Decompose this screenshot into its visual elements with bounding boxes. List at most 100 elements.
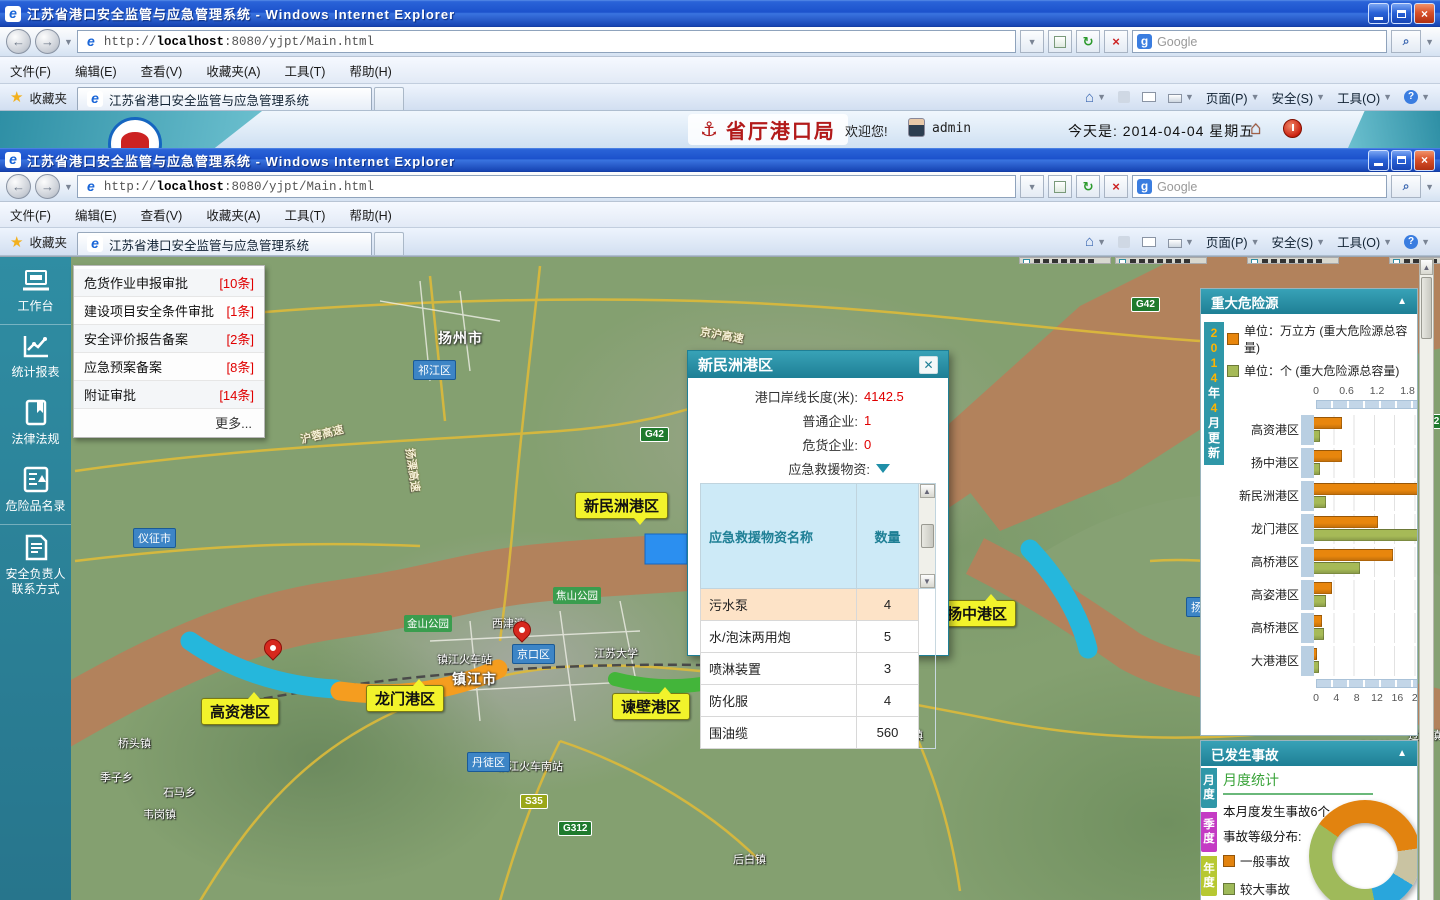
forward-button[interactable]: → bbox=[35, 174, 60, 199]
period-tab-1[interactable]: 季度 bbox=[1201, 812, 1217, 852]
collapse-triangle-icon[interactable] bbox=[876, 464, 890, 473]
quick-menu-item-3[interactable]: 应急预案备案[8条] bbox=[74, 353, 264, 381]
help-button[interactable]: ?▼ bbox=[1404, 90, 1430, 104]
home-button[interactable]: ⌂▼ bbox=[1085, 89, 1106, 106]
bar-capacity[interactable] bbox=[1314, 450, 1342, 462]
close-button[interactable]: × bbox=[1414, 150, 1435, 171]
command-item-2[interactable]: 工具(O)▼ bbox=[1337, 232, 1392, 251]
bar-capacity[interactable] bbox=[1314, 549, 1393, 561]
menu-item-2[interactable]: 查看(V) bbox=[141, 61, 183, 80]
map-vertical-scrollbar[interactable]: ▲ bbox=[1419, 258, 1434, 900]
minimize-button[interactable] bbox=[1368, 150, 1389, 171]
chart-range-slider-top[interactable] bbox=[1316, 400, 1417, 409]
bar-count[interactable] bbox=[1314, 562, 1360, 574]
back-button[interactable]: ← bbox=[6, 29, 31, 54]
port-callout-1[interactable]: 扬中港区 bbox=[938, 600, 1016, 627]
quick-menu-item-1[interactable]: 建设项目安全条件审批[1条] bbox=[74, 297, 264, 325]
bar-count[interactable] bbox=[1314, 628, 1324, 640]
new-tab-stub[interactable] bbox=[374, 87, 404, 110]
active-tab[interactable]: e江苏省港口安全监管与应急管理系统 bbox=[77, 232, 372, 255]
supplies-row[interactable]: 围油缆560 bbox=[701, 717, 936, 749]
menu-item-0[interactable]: 文件(F) bbox=[10, 205, 51, 224]
chart-range-slider-bottom[interactable] bbox=[1316, 679, 1417, 688]
close-icon[interactable]: ✕ bbox=[919, 356, 938, 374]
checkbox-icon[interactable] bbox=[1119, 259, 1126, 264]
stop-button[interactable]: × bbox=[1104, 175, 1128, 198]
bar-count[interactable] bbox=[1314, 529, 1417, 541]
bar-capacity[interactable] bbox=[1314, 516, 1378, 528]
scroll-thumb[interactable] bbox=[1421, 277, 1432, 339]
command-item-2[interactable]: 工具(O)▼ bbox=[1337, 88, 1392, 107]
popup-header[interactable]: 新民洲港区 ✕ bbox=[688, 351, 948, 378]
minimize-button[interactable] bbox=[1368, 3, 1389, 24]
scroll-up-icon[interactable]: ▲ bbox=[1420, 259, 1433, 275]
url-dropdown-button[interactable]: ▼ bbox=[1020, 30, 1044, 53]
back-button[interactable]: ← bbox=[6, 174, 31, 199]
bar-capacity[interactable] bbox=[1314, 582, 1332, 594]
refresh-button[interactable]: ↻ bbox=[1076, 175, 1100, 198]
layer-toggle-stub[interactable] bbox=[1019, 257, 1111, 264]
history-dropdown-icon[interactable]: ▼ bbox=[64, 182, 73, 192]
bar-count[interactable] bbox=[1314, 496, 1326, 508]
menu-item-4[interactable]: 工具(T) bbox=[284, 205, 325, 224]
restore-button[interactable] bbox=[1391, 3, 1412, 24]
compatibility-view-button[interactable] bbox=[1048, 175, 1072, 198]
menu-item-1[interactable]: 编辑(E) bbox=[75, 61, 117, 80]
sidebar-item-0[interactable]: 工作台 bbox=[0, 259, 71, 324]
home-shortcut-icon[interactable]: ⌂ bbox=[1250, 118, 1261, 140]
supplies-row[interactable]: 防化服4 bbox=[701, 685, 936, 717]
accident-panel-header[interactable]: 已发生事故 ▲ bbox=[1201, 741, 1417, 766]
search-button[interactable]: ⌕ bbox=[1391, 175, 1421, 198]
favorites-button[interactable]: ★收藏夹 bbox=[0, 84, 77, 110]
restore-button[interactable] bbox=[1391, 150, 1412, 171]
checkbox-icon[interactable] bbox=[1393, 259, 1400, 264]
menu-item-1[interactable]: 编辑(E) bbox=[75, 205, 117, 224]
search-box[interactable]: gGoogle bbox=[1132, 30, 1387, 53]
port-callout-0[interactable]: 新民洲港区 bbox=[575, 492, 668, 519]
active-tab[interactable]: e江苏省港口安全监管与应急管理系统 bbox=[77, 87, 372, 110]
collapse-arrow-icon[interactable]: ▲ bbox=[1397, 296, 1407, 307]
bar-capacity[interactable] bbox=[1314, 615, 1322, 627]
layer-toggle-stub[interactable] bbox=[1115, 257, 1207, 264]
hazard-panel-header[interactable]: 重大危险源 ▲ bbox=[1201, 289, 1417, 314]
logout-power-icon[interactable] bbox=[1283, 119, 1302, 138]
bar-capacity[interactable] bbox=[1314, 648, 1317, 660]
bar-capacity[interactable] bbox=[1314, 483, 1417, 495]
bar-count[interactable] bbox=[1314, 661, 1319, 673]
table-scrollbar[interactable]: ▲ ▼ bbox=[920, 484, 935, 588]
xinminzhou-port-area[interactable] bbox=[645, 534, 687, 564]
checkbox-icon[interactable] bbox=[1023, 259, 1030, 264]
search-dropdown-icon[interactable]: ▼ bbox=[1425, 182, 1434, 192]
help-button[interactable]: ?▼ bbox=[1404, 235, 1430, 249]
port-callout-4[interactable]: 谏壁港区 bbox=[612, 693, 690, 720]
print-button[interactable]: ▼ bbox=[1168, 91, 1194, 103]
sidebar-item-2[interactable]: 法律法规 bbox=[0, 390, 71, 457]
new-tab-stub[interactable] bbox=[374, 232, 404, 255]
port-callout-3[interactable]: 龙门港区 bbox=[366, 685, 444, 712]
menu-item-3[interactable]: 收藏夹(A) bbox=[206, 61, 260, 80]
command-item-0[interactable]: 页面(P)▼ bbox=[1206, 232, 1260, 251]
command-item-1[interactable]: 安全(S)▼ bbox=[1272, 232, 1326, 251]
supplies-row[interactable]: 水/泡沫两用炮5 bbox=[701, 621, 936, 653]
compatibility-view-button[interactable] bbox=[1048, 30, 1072, 53]
scroll-down-icon[interactable]: ▼ bbox=[920, 574, 935, 588]
search-dropdown-icon[interactable]: ▼ bbox=[1425, 37, 1434, 47]
menu-item-3[interactable]: 收藏夹(A) bbox=[206, 205, 260, 224]
search-button[interactable]: ⌕ bbox=[1391, 30, 1421, 53]
menu-item-5[interactable]: 帮助(H) bbox=[349, 205, 391, 224]
period-tab-2[interactable]: 年度 bbox=[1201, 856, 1217, 896]
supplies-row[interactable]: 喷淋装置3 bbox=[701, 653, 936, 685]
scroll-up-icon[interactable]: ▲ bbox=[920, 484, 935, 498]
bar-count[interactable] bbox=[1314, 595, 1326, 607]
supplies-row[interactable]: 污水泵4 bbox=[701, 589, 936, 621]
quick-menu-more[interactable]: 更多... bbox=[74, 409, 264, 434]
url-box[interactable]: ehttp://localhost:8080/yjpt/Main.html bbox=[77, 30, 1016, 53]
menu-item-4[interactable]: 工具(T) bbox=[284, 61, 325, 80]
close-button[interactable]: × bbox=[1414, 3, 1435, 24]
quick-menu-item-2[interactable]: 安全评价报告备案[2条] bbox=[74, 325, 264, 353]
print-button[interactable]: ▼ bbox=[1168, 236, 1194, 248]
period-tab-0[interactable]: 月度 bbox=[1201, 768, 1217, 808]
bar-count[interactable] bbox=[1314, 430, 1320, 442]
bar-capacity[interactable] bbox=[1314, 417, 1342, 429]
forward-button[interactable]: → bbox=[35, 29, 60, 54]
